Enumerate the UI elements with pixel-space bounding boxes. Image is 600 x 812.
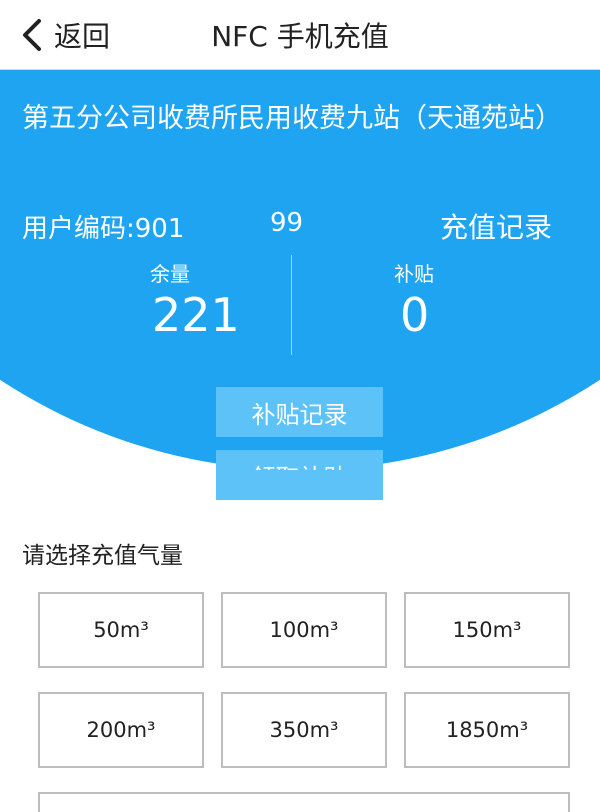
recharge-option-200[interactable]: 200m³ [38, 692, 204, 768]
claim-subsidy-button-bottom [216, 470, 383, 500]
subsidy-record-button[interactable]: 补贴记录 [216, 387, 383, 437]
back-label: 返回 [54, 20, 111, 53]
subsidy-value: 0 [400, 288, 430, 342]
recharge-option-50[interactable]: 50m³ [38, 592, 204, 668]
balance-value: 221 [152, 288, 240, 342]
user-code-tail: 99 [270, 208, 304, 238]
claim-subsidy-button[interactable]: 领取补贴 [216, 450, 383, 470]
recharge-record-link[interactable]: 充值记录 [440, 206, 552, 246]
stat-divider [291, 255, 292, 355]
custom-amount-field[interactable] [38, 792, 570, 812]
recharge-prompt: 请选择充值气量 [22, 543, 183, 569]
recharge-option-100[interactable]: 100m³ [221, 592, 387, 668]
user-code-label: 用户编码:901 [22, 214, 185, 244]
nav-bar: 返回 NFC 手机充值 [0, 0, 600, 70]
recharge-option-1850[interactable]: 1850m³ [404, 692, 570, 768]
chevron-left-icon [23, 19, 41, 51]
account-panel: 第五分公司收费所民用收费九站（天通苑站） 用户编码:901 99 充值记录 余量… [0, 70, 600, 470]
subsidy-label: 补贴 [394, 262, 434, 286]
balance-label: 余量 [150, 262, 190, 286]
recharge-option-150[interactable]: 150m³ [404, 592, 570, 668]
back-button[interactable]: 返回 [20, 12, 110, 58]
recharge-option-350[interactable]: 350m³ [221, 692, 387, 768]
station-name: 第五分公司收费所民用收费九站（天通苑站） [22, 103, 562, 134]
